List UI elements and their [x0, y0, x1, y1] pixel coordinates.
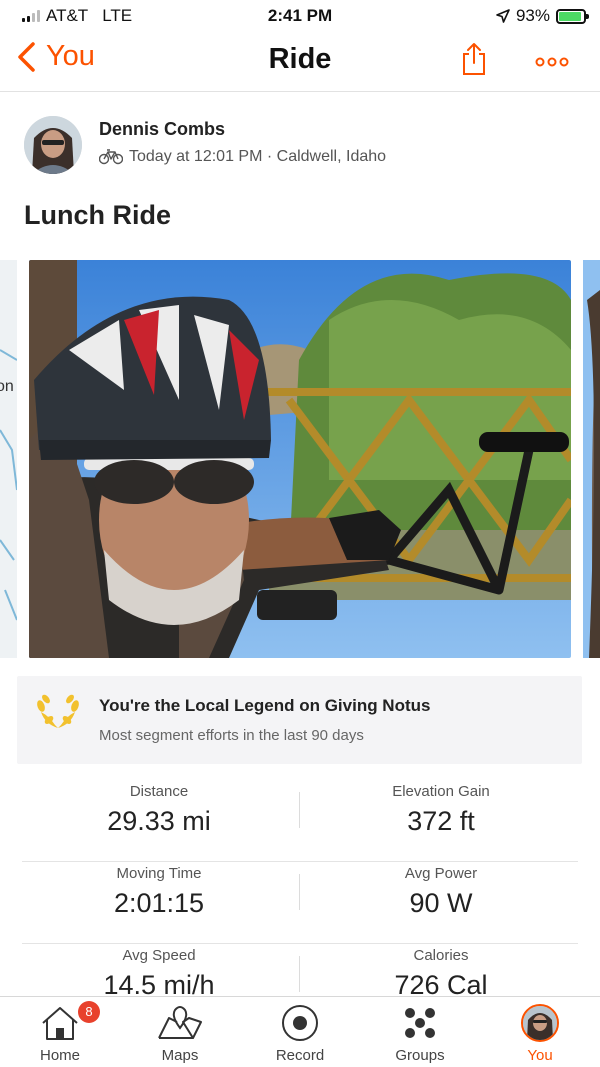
groups-icon [360, 1003, 480, 1043]
stat-value: 2:01:15 [113, 888, 205, 918]
tab-groups[interactable]: Groups [360, 997, 480, 1067]
stat-label: Avg Speed [122, 947, 196, 964]
home-icon [0, 1003, 120, 1043]
tab-label: Home [39, 1047, 80, 1064]
nav-bar: You Ride [0, 32, 600, 92]
tab-maps[interactable]: Maps [120, 997, 240, 1067]
stats-grid: Distance 29.33 mi Elevation Gain 372 ft … [22, 780, 578, 1026]
athlete-header: Dennis Combs Today at 12:01 PM · Caldwel… [24, 116, 584, 176]
next-photo-peek[interactable] [583, 260, 600, 658]
map-label: on [0, 378, 14, 395]
stat-value: 90 W [409, 888, 473, 918]
share-button[interactable] [460, 42, 488, 81]
tab-home[interactable]: 8 Home [0, 997, 120, 1067]
stat-label: Distance [129, 783, 189, 800]
local-legend-card[interactable]: You're the Local Legend on Giving Notus … [17, 676, 582, 764]
laurel-icon [35, 694, 81, 739]
divider [299, 956, 300, 992]
athlete-name[interactable]: Dennis Combs [99, 119, 225, 140]
tab-you[interactable]: You [480, 997, 600, 1067]
legend-title: You're the Local Legend on Giving Notus [99, 696, 431, 715]
stat-moving-time: Moving Time 2:01:15 [24, 865, 294, 919]
stat-elevation-gain: Elevation Gain 372 ft [306, 783, 576, 837]
share-icon [463, 43, 485, 75]
avatar[interactable] [24, 116, 82, 174]
location-arrow-icon [496, 9, 510, 23]
divider [299, 874, 300, 910]
tab-label: Record [275, 1047, 325, 1064]
divider [299, 792, 300, 828]
avatar [521, 1004, 559, 1042]
battery-icon [556, 8, 589, 24]
stats-row: Distance 29.33 mi Elevation Gain 372 ft [22, 780, 578, 862]
avatar-tab-container [480, 1003, 600, 1043]
stat-label: Calories [413, 947, 469, 964]
tab-label: You [527, 1047, 553, 1064]
stat-label: Avg Power [404, 865, 478, 882]
more-icon [535, 57, 569, 67]
stat-value: 29.33 mi [107, 806, 211, 836]
stat-distance: Distance 29.33 mi [24, 783, 294, 837]
tab-label: Groups [395, 1047, 445, 1064]
battery-percent: 93% [515, 6, 550, 25]
more-options-button[interactable] [535, 54, 569, 72]
stat-calories: Calories 726 Cal [306, 947, 576, 1001]
stat-avg-power: Avg Power 90 W [306, 865, 576, 919]
stats-row: Moving Time 2:01:15 Avg Power 90 W [22, 862, 578, 944]
tab-bar: 8 Home Maps Record Groups You [0, 996, 600, 1067]
tab-record[interactable]: Record [240, 997, 360, 1067]
status-bar: AT&T LTE 2:41 PM 93% [0, 0, 600, 32]
status-right: 93% [496, 6, 589, 26]
page-title: Ride [268, 43, 332, 75]
stat-value: 372 ft [407, 806, 475, 836]
tab-label: Maps [161, 1047, 199, 1064]
ride-photo[interactable] [29, 260, 571, 658]
map-icon [120, 1003, 240, 1043]
activity-meta-text: Today at 12:01 PM · Caldwell, Idaho [129, 148, 387, 165]
record-icon [240, 1003, 360, 1043]
notification-badge: 8 [78, 1001, 100, 1023]
activity-title: Lunch Ride [24, 200, 171, 230]
stat-avg-speed: Avg Speed 14.5 mi/h [24, 947, 294, 1001]
bike-icon [99, 149, 123, 165]
map-preview[interactable]: on [0, 260, 17, 658]
stat-label: Moving Time [116, 865, 202, 882]
activity-meta: Today at 12:01 PM · Caldwell, Idaho [99, 148, 386, 166]
legend-subtitle: Most segment efforts in the last 90 days [99, 727, 364, 744]
stat-label: Elevation Gain [392, 783, 490, 800]
